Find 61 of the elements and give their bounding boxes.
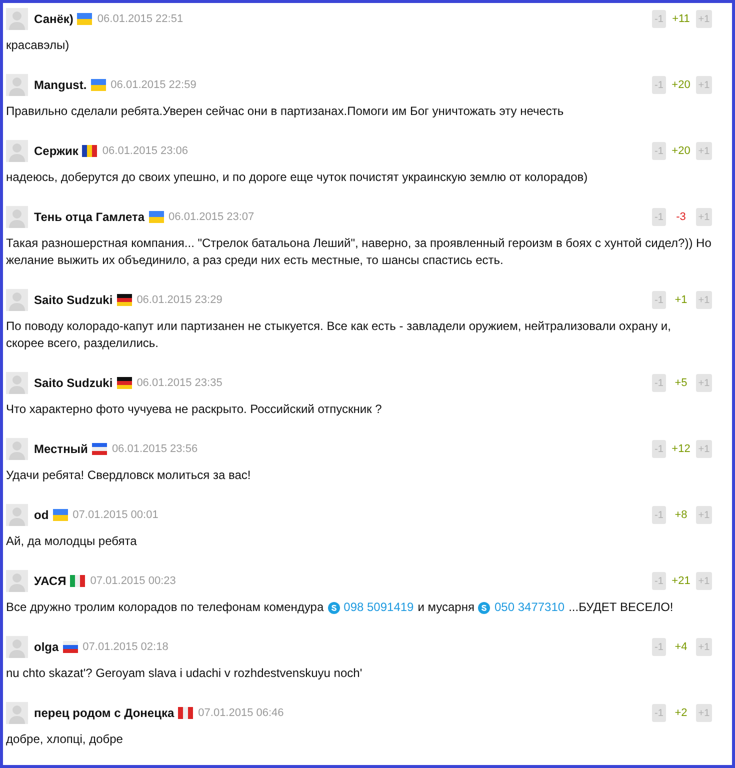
vote-score: +12 <box>670 442 692 457</box>
comment-text: и мусарня <box>418 599 474 616</box>
author-name[interactable]: olga <box>34 638 59 656</box>
author-name[interactable]: Местный <box>34 440 88 458</box>
avatar-icon <box>6 8 28 30</box>
vote-score: +20 <box>670 78 692 93</box>
avatar-icon <box>6 570 28 592</box>
author-name[interactable]: УАСЯ <box>34 572 66 590</box>
avatar-icon <box>6 372 28 394</box>
comment-text: Правильно сделали ребята.Уверен сейчас они в партизанах.Помоги им Бог уничтожать эту нечесть <box>6 103 564 120</box>
skype-icon <box>478 602 490 614</box>
author-name[interactable]: Санёк) <box>34 10 74 28</box>
comment-date: 06.01.2015 22:51 <box>97 12 184 27</box>
comment-date: 06.01.2015 23:35 <box>136 376 222 391</box>
comment-date: 06.01.2015 22:59 <box>110 78 196 93</box>
comment-date: 06.01.2015 23:06 <box>102 144 188 159</box>
avatar-icon <box>6 140 28 162</box>
comment-text: Что характерно фото чучуева не раскрыто. Российский отпускник ? <box>6 401 382 418</box>
comment-text: добре, хлопці, добре <box>6 731 123 748</box>
vote-score: +21 <box>670 574 692 589</box>
avatar-icon <box>6 636 28 658</box>
author-name[interactable]: Saito Sudzuki <box>34 291 113 309</box>
comment-text: надеюсь, доберутся до своих упешно, и по дороге еще чуток почистят украинскую землю от колорадов) <box>6 169 588 186</box>
comment-text: Все дружно тролим колорадов по телефонам комендура <box>6 599 324 616</box>
comment-date: 07.01.2015 00:01 <box>72 508 158 523</box>
avatar-icon <box>6 289 28 311</box>
avatar-icon <box>6 74 28 96</box>
avatar-icon <box>6 702 28 724</box>
author-name[interactable]: Mangust. <box>34 76 87 94</box>
comment-date: 07.01.2015 06:46 <box>198 706 284 721</box>
avatar-icon <box>6 206 28 228</box>
author-name[interactable]: перец родом с Донецка <box>34 704 174 722</box>
vote-score: +20 <box>670 144 692 159</box>
author-name[interactable]: Сержик <box>34 142 78 160</box>
phone-link[interactable]: 098 5091419 <box>344 599 414 616</box>
comment-date: 07.01.2015 00:23 <box>90 574 176 589</box>
vote-score: +4 <box>674 640 688 655</box>
comment-text: Ай, да молодцы ребята <box>6 533 137 550</box>
comment-date: 07.01.2015 02:18 <box>82 640 168 655</box>
comment-date: 06.01.2015 23:07 <box>168 210 254 225</box>
comment-text: Удачи ребята! Свердловск молиться за вас! <box>6 467 251 484</box>
comment-text: nu chto skazat'? Geroyam slava i udachi v rozhdestvenskuyu noch' <box>6 665 362 682</box>
vote-score: +8 <box>674 508 688 523</box>
comment-text: Такая разношерстная компания... "Стрелок батальона Леший", наверно, за проявленный героизм в боях с хунтой сидел?)) Но желание выжить их объединило, а раз среди них есть местные, то шансы спастись есть. <box>6 235 712 269</box>
vote-score: -3 <box>675 210 687 225</box>
comment-text: ...БУДЕТ ВЕСЕЛО! <box>568 599 674 616</box>
vote-score: +1 <box>674 292 688 308</box>
avatar-icon <box>6 438 28 460</box>
author-name[interactable]: Тень отца Гамлета <box>34 208 145 226</box>
avatar-icon <box>6 504 28 526</box>
comment-text: красавэлы) <box>6 37 70 54</box>
comment-date: 06.01.2015 23:29 <box>136 292 222 308</box>
author-name[interactable]: Saito Sudzuki <box>34 374 113 392</box>
skype-icon <box>328 602 340 614</box>
phone-link[interactable]: 050 3477310 <box>494 599 565 616</box>
vote-score: +11 <box>671 12 691 27</box>
vote-score: +5 <box>674 376 688 391</box>
vote-score: +2 <box>674 706 688 721</box>
author-name[interactable]: od <box>34 506 49 524</box>
comment-text: По поводу колорадо-капут или партизанен не стыкуется. Все как есть - завладели оружием, нейтрализовали охрану и, скорее всего, разделились. <box>6 318 672 352</box>
comment-date: 06.01.2015 23:56 <box>112 442 198 457</box>
